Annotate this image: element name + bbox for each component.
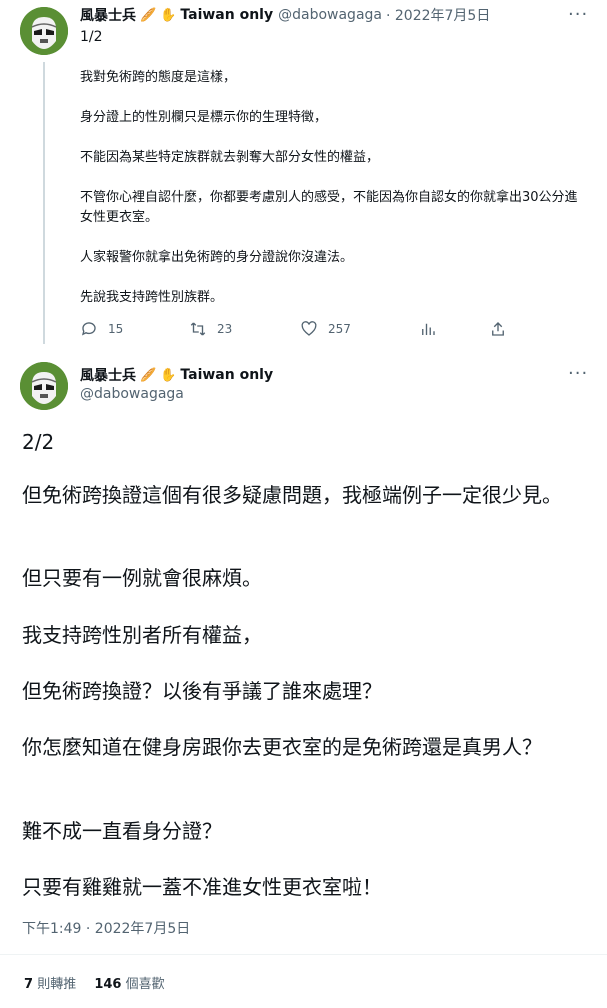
tweet-paragraph: 只要有雞雞就一蓋不准進女性更衣室啦！ [22, 875, 382, 899]
avatar[interactable] [20, 362, 68, 410]
retweet-stat-count: 7 [24, 977, 34, 992]
analytics-icon [422, 323, 435, 335]
tweet-stats: 7 則轉推 146 個喜歡 [24, 973, 165, 992]
divider [0, 954, 607, 955]
flag-emoji-icon: 🥖 [140, 367, 157, 383]
author-handle[interactable]: @dabowagaga [80, 386, 184, 402]
like-stat-count: 146 [94, 977, 122, 992]
analytics-button[interactable] [419, 318, 447, 340]
hamsa-emoji-icon: ✋ [160, 7, 177, 23]
like-count: 257 [328, 322, 351, 336]
tweet-timestamp[interactable]: 下午1:49 · 2022年7月5日 [22, 918, 190, 938]
tweet-paragraph: 我對免術跨的態度是這樣， [80, 70, 237, 85]
tweet-counter: 1/2 [80, 29, 103, 45]
retweet-icon [190, 322, 206, 336]
author-handle[interactable]: @dabowagaga [278, 7, 382, 23]
reply-count: 15 [108, 322, 124, 336]
reply-icon [81, 322, 96, 336]
like-button[interactable]: 257 [300, 318, 351, 340]
stormtrooper-avatar-icon [20, 362, 68, 410]
more-options-icon[interactable]: ··· [568, 6, 588, 24]
tweet-paragraph: 不能因為某些特定族群就去剝奪大部分女性的權益， [80, 150, 380, 165]
retweet-stat[interactable]: 7 則轉推 [24, 977, 80, 992]
tweet-header: 風暴士兵 🥖 ✋ Taiwan only [80, 365, 273, 385]
tweet-paragraph: 不管你心裡自認什麼，你都要考慮別人的感受，不能因為你自認女的你就拿出30公分進女… [80, 190, 578, 225]
tweet-paragraph: 但只要有一例就會很麻煩。 [22, 566, 262, 590]
tweet-header: 風暴士兵 🥖 ✋ Taiwan only @dabowagaga · 2022年… [80, 6, 490, 24]
like-stat[interactable]: 146 個喜歡 [94, 977, 164, 992]
author-badge-text: Taiwan only [180, 7, 274, 23]
heart-icon [301, 321, 317, 336]
tweet-paragraph: 先說我支持跨性別族群。 [80, 290, 224, 305]
share-icon [492, 322, 504, 336]
flag-emoji-icon: 🥖 [140, 7, 157, 23]
tweet-paragraph: 我支持跨性別者所有權益， [22, 623, 262, 647]
tweet-paragraph: 但免術跨換證？以後有爭議了誰來處理？ [22, 679, 382, 703]
retweet-stat-label: 則轉推 [37, 977, 77, 992]
stormtrooper-avatar-icon [20, 7, 68, 55]
tweet-paragraph: 人家報警你就拿出免術跨的身分證說你沒違法。 [80, 250, 354, 265]
author-badge-text: Taiwan only [180, 367, 274, 383]
share-button[interactable] [489, 318, 517, 340]
tweet-paragraph: 2/2 [22, 430, 55, 454]
tweet-paragraph: 你怎麼知道在健身房跟你去更衣室的是免術跨還是真男人？ [22, 735, 542, 759]
reply-button[interactable]: 15 [80, 318, 123, 340]
tweet-paragraph: 身分證上的性別欄只是標示你的生理特徵， [80, 110, 328, 125]
author-name[interactable]: 風暴士兵 [80, 5, 136, 25]
tweet-paragraph: 但免術跨換證這個有很多疑慮問題，我極端例子一定很少見。 [22, 483, 562, 507]
retweet-count: 23 [217, 322, 233, 336]
more-options-icon[interactable]: ··· [568, 365, 588, 383]
author-name[interactable]: 風暴士兵 [80, 365, 136, 385]
tweet-date[interactable]: · 2022年7月5日 [386, 5, 490, 25]
tweet-actions: 15 23 257 [80, 318, 520, 340]
thread-line [43, 62, 45, 344]
hamsa-emoji-icon: ✋ [160, 367, 177, 383]
avatar[interactable] [20, 7, 68, 55]
retweet-button[interactable]: 23 [189, 318, 232, 340]
tweet-paragraph: 難不成一直看身分證？ [22, 819, 222, 843]
like-stat-label: 個喜歡 [125, 977, 165, 992]
